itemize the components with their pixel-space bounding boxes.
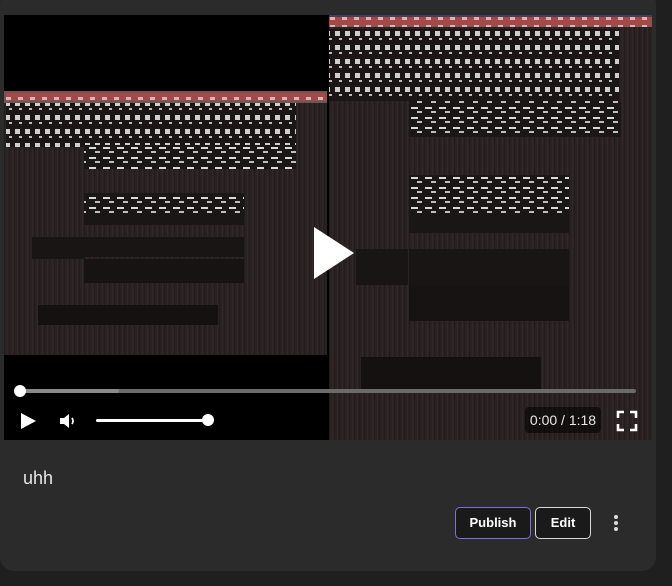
edit-button[interactable]: Edit: [535, 507, 591, 539]
time-display: 0:00 / 1:18: [525, 407, 601, 433]
post-title: uhh: [23, 468, 54, 488]
volume-icon[interactable]: [58, 411, 80, 431]
video-post-card: 0:00 / 1:18 uhh Publish Edit: [0, 0, 656, 571]
progress-bar[interactable]: [14, 385, 636, 397]
volume-thumb[interactable]: [202, 414, 214, 426]
video-player[interactable]: 0:00 / 1:18: [4, 15, 652, 440]
current-time: 0:00: [529, 412, 558, 428]
play-overlay-icon[interactable]: [304, 223, 364, 283]
fullscreen-icon[interactable]: [616, 410, 638, 432]
buffer-bar: [20, 389, 119, 393]
play-icon[interactable]: [18, 411, 38, 431]
publish-button[interactable]: Publish: [455, 507, 531, 539]
volume-slider[interactable]: [96, 414, 214, 426]
duration: 1:18: [568, 412, 597, 428]
progress-thumb[interactable]: [14, 385, 26, 397]
more-vertical-icon[interactable]: [608, 513, 624, 533]
